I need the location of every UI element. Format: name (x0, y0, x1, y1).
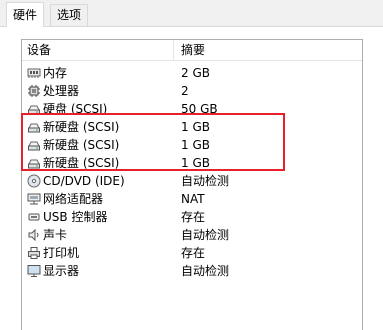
device-summary: 自动检测 (181, 174, 230, 188)
device-row[interactable]: 新硬盘 (SCSI) 1 GB (22, 136, 362, 154)
display-icon (27, 264, 41, 278)
device-name: 硬盘 (SCSI) (43, 102, 108, 116)
device-summary: 2 GB (181, 66, 210, 80)
hardware-panel: 设备 摘要 内存 2 GB 处理器 2 硬盘 (SCSI) 50 GB 新硬盘 (SCSI)… (0, 27, 383, 330)
device-summary: 50 GB (181, 102, 218, 116)
device-name: 内存 (43, 66, 68, 80)
device-rows: 内存 2 GB 处理器 2 硬盘 (SCSI) 50 GB 新硬盘 (SCSI) 1 GB 新硬… (22, 64, 362, 280)
device-row[interactable]: CD/DVD (IDE) 自动检测 (22, 172, 362, 190)
device-summary: 存在 (181, 246, 206, 260)
device-name: USB 控制器 (43, 210, 108, 224)
column-header-device[interactable]: 设备 (27, 40, 51, 60)
device-summary: 自动检测 (181, 264, 230, 278)
device-name: 新硬盘 (SCSI) (43, 156, 120, 170)
tab-options[interactable]: 选项 (50, 4, 89, 26)
device-name: CD/DVD (IDE) (43, 174, 125, 188)
cd-dvd-icon (27, 174, 41, 188)
device-summary: 1 GB (181, 156, 210, 170)
device-name: 网络适配器 (43, 192, 104, 206)
device-name: 新硬盘 (SCSI) (43, 120, 120, 134)
memory-icon (27, 66, 41, 80)
hard-disk-icon (27, 102, 41, 116)
list-header: 设备 摘要 (22, 40, 362, 61)
hard-disk-icon (27, 120, 41, 134)
column-divider[interactable] (173, 40, 174, 60)
device-summary: 1 GB (181, 120, 210, 134)
usb-icon (27, 210, 41, 224)
device-row[interactable]: 内存 2 GB (22, 64, 362, 82)
processor-icon (27, 84, 41, 98)
device-row[interactable]: 新硬盘 (SCSI) 1 GB (22, 154, 362, 172)
tab-bar: 硬件 选项 (0, 0, 383, 28)
device-summary: NAT (181, 192, 205, 206)
device-summary: 2 (181, 84, 189, 98)
device-name: 处理器 (43, 84, 80, 98)
hard-disk-icon (27, 138, 41, 152)
device-summary: 自动检测 (181, 228, 230, 242)
device-row[interactable]: 声卡 自动检测 (22, 226, 362, 244)
device-name: 新硬盘 (SCSI) (43, 138, 120, 152)
device-row[interactable]: USB 控制器 存在 (22, 208, 362, 226)
tab-hardware[interactable]: 硬件 (6, 2, 45, 28)
column-header-summary[interactable]: 摘要 (181, 40, 205, 60)
device-list[interactable]: 设备 摘要 内存 2 GB 处理器 2 硬盘 (SCSI) 50 GB 新硬盘 (SCSI)… (21, 39, 363, 330)
device-name: 显示器 (43, 264, 80, 278)
device-row[interactable]: 显示器 自动检测 (22, 262, 362, 280)
device-row[interactable]: 处理器 2 (22, 82, 362, 100)
printer-icon (27, 246, 41, 260)
device-row[interactable]: 网络适配器 NAT (22, 190, 362, 208)
device-name: 打印机 (43, 246, 80, 260)
device-row[interactable]: 打印机 存在 (22, 244, 362, 262)
network-adapter-icon (27, 192, 41, 206)
device-summary: 1 GB (181, 138, 210, 152)
device-row[interactable]: 硬盘 (SCSI) 50 GB (22, 100, 362, 118)
hard-disk-icon (27, 156, 41, 170)
device-row[interactable]: 新硬盘 (SCSI) 1 GB (22, 118, 362, 136)
sound-card-icon (27, 228, 41, 242)
device-name: 声卡 (43, 228, 68, 242)
device-summary: 存在 (181, 210, 206, 224)
